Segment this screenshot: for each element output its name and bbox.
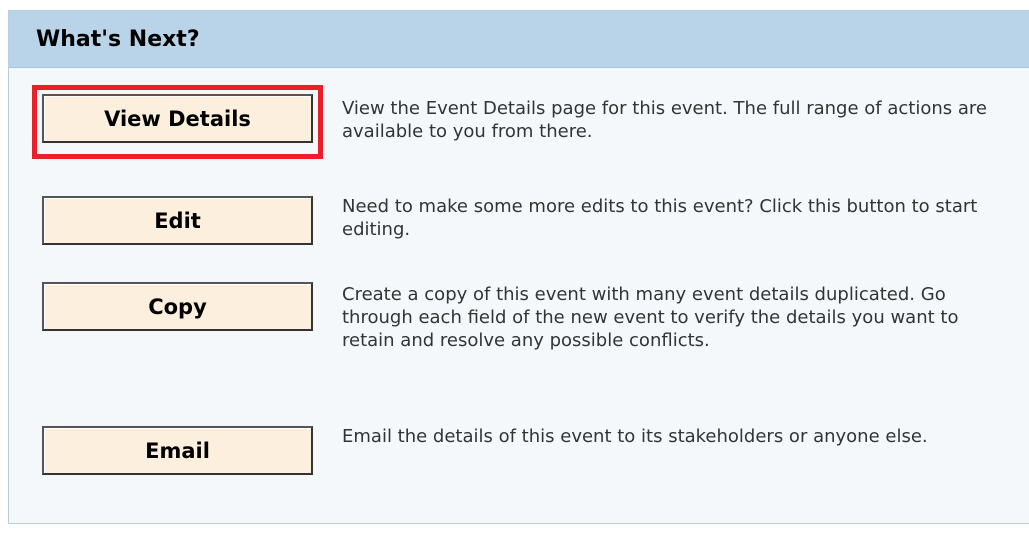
view-details-button[interactable]: View Details (42, 94, 313, 143)
whats-next-panel: What's Next? View Details View the Event… (8, 10, 1029, 524)
edit-button-wrap: Edit (32, 187, 323, 261)
edit-description: Need to make some more edits to this eve… (342, 196, 978, 240)
email-button-wrap: Email (32, 417, 323, 491)
panel-title: What's Next? (9, 11, 1029, 68)
view-details-description: View the Event Details page for this eve… (342, 98, 987, 142)
highlight-box: View Details (32, 85, 323, 159)
edit-button[interactable]: Edit (42, 196, 313, 245)
email-button[interactable]: Email (42, 426, 313, 475)
copy-description: Create a copy of this event with many ev… (342, 284, 959, 351)
copy-button-wrap: Copy (32, 273, 323, 347)
copy-button[interactable]: Copy (42, 282, 313, 331)
email-description: Email the details of this event to its s… (342, 426, 928, 447)
